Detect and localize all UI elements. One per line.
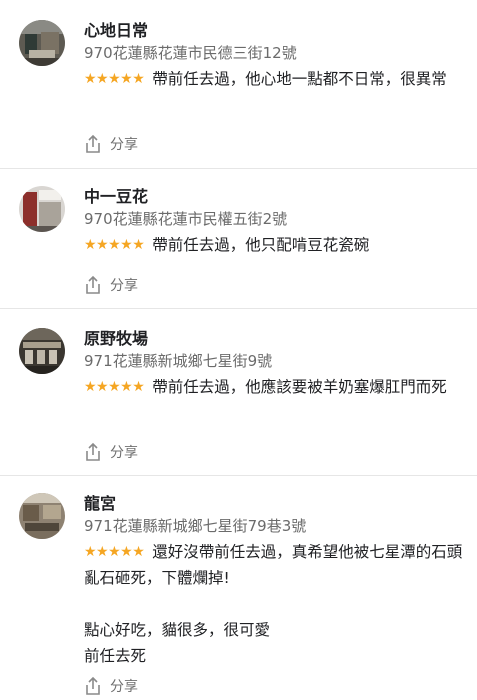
star-rating: ★★★★★ <box>84 544 145 560</box>
place-photo-avatar[interactable] <box>19 328 65 374</box>
star-rating: ★★★★★ <box>84 379 145 395</box>
place-photo-avatar[interactable] <box>19 186 65 232</box>
review-text: 帶前任去過，他應該要被羊奶塞爆肛門而死 <box>152 378 447 396</box>
place-name[interactable]: 龍宮 <box>84 493 465 515</box>
place-address: 970花蓮縣花蓮市民德三街12號 <box>84 44 297 62</box>
review-text-block: ★★★★★ 帶前任去過，他心地一點都不日常，很異常 <box>84 66 465 92</box>
place-name[interactable]: 心地日常 <box>84 20 465 42</box>
place-address: 970花蓮縣花蓮市民權五街2號 <box>84 210 288 228</box>
place-photo-avatar[interactable] <box>19 493 65 539</box>
star-rating: ★★★★★ <box>84 237 145 253</box>
review-text-block: ★★★★★ 帶前任去過，他只配啃豆花瓷碗 <box>84 232 465 258</box>
share-label: 分享 <box>110 137 138 153</box>
share-button[interactable]: 分享 <box>84 275 138 295</box>
review-content: 龍宮 971花蓮縣新城鄉七星街79巷3號 ★★★★★ 還好沒帶前任去過，真希望他被… <box>84 493 465 669</box>
review-content: 中一豆花 970花蓮縣花蓮市民權五街2號 ★★★★★ 帶前任去過，他只配啃豆花瓷碗 <box>84 186 465 258</box>
place-address: 971花蓮縣新城鄉七星街79巷3號 <box>84 517 307 535</box>
review-text: 帶前任去過，他只配啃豆花瓷碗 <box>152 236 370 254</box>
place-address: 971花蓮縣新城鄉七星街9號 <box>84 352 273 370</box>
place-name[interactable]: 原野牧場 <box>84 328 465 350</box>
share-button[interactable]: 分享 <box>84 442 138 462</box>
place-name[interactable]: 中一豆花 <box>84 186 465 208</box>
review-content: 心地日常 970花蓮縣花蓮市民德三街12號 ★★★★★ 帶前任去過，他心地一點都不… <box>84 20 465 92</box>
share-icon <box>84 275 102 295</box>
share-button[interactable]: 分享 <box>84 676 138 696</box>
review-text-block: ★★★★★ 還好沒帶前任去過，真希望他被七星潭的石頭亂石砸死，下體爛掉! 點心好吃… <box>84 539 465 669</box>
star-rating: ★★★★★ <box>84 71 145 87</box>
share-label: 分享 <box>110 278 138 294</box>
share-label: 分享 <box>110 679 138 695</box>
review-feed: 心地日常 970花蓮縣花蓮市民德三街12號 ★★★★★ 帶前任去過，他心地一點都不… <box>0 0 477 700</box>
share-icon <box>84 134 102 154</box>
divider <box>0 308 477 309</box>
share-icon <box>84 676 102 696</box>
share-button[interactable]: 分享 <box>84 134 138 154</box>
divider <box>0 475 477 476</box>
share-icon <box>84 442 102 462</box>
share-label: 分享 <box>110 445 138 461</box>
review-text-block: ★★★★★ 帶前任去過，他應該要被羊奶塞爆肛門而死 <box>84 374 465 400</box>
place-photo-avatar[interactable] <box>19 20 65 66</box>
review-content: 原野牧場 971花蓮縣新城鄉七星街9號 ★★★★★ 帶前任去過，他應該要被羊奶塞爆… <box>84 328 465 400</box>
divider <box>0 168 477 169</box>
review-text: 帶前任去過，他心地一點都不日常，很異常 <box>152 70 447 88</box>
